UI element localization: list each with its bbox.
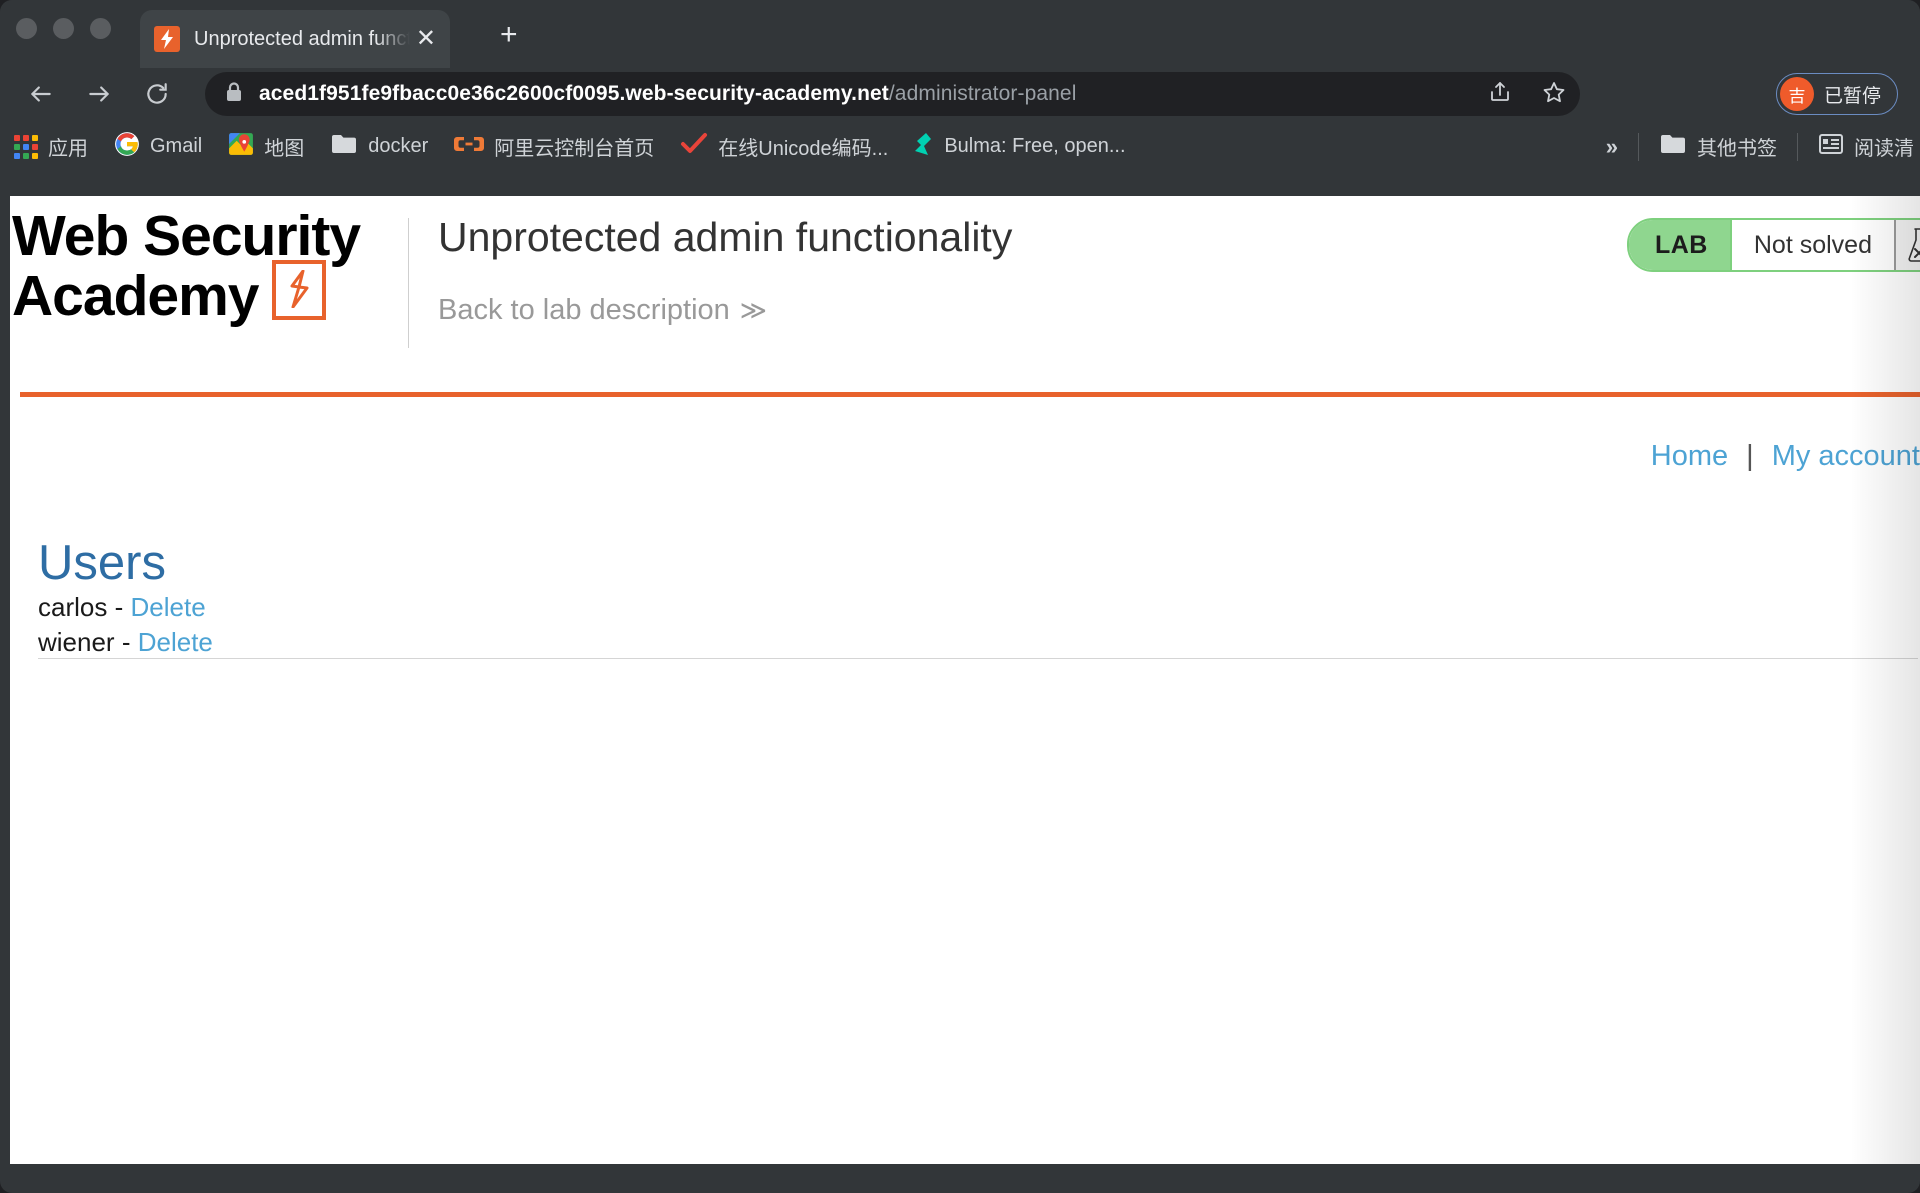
top-nav: Home | My account [1651,440,1920,473]
bookmark-item-bulma[interactable]: Bulma: Free, open... [914,132,1125,161]
nav-link-my-account[interactable]: My account [1772,440,1920,473]
bookmark-item-apps[interactable]: 应用 [14,132,88,161]
reading-list-icon [1818,132,1844,161]
close-tab-icon[interactable]: ✕ [416,27,436,51]
divider [1797,133,1798,161]
aliyun-icon [454,133,484,160]
nav-link-home[interactable]: Home [1651,440,1728,473]
page-viewport: Web Security Academy Unprotected admin f… [10,196,1920,1164]
bulma-icon [914,132,934,161]
bookmark-label: 阿里云控制台首页 [494,132,654,161]
lightning-bolt-icon [272,260,326,320]
divider [408,218,409,348]
bookmark-item-gmail[interactable]: Gmail [114,131,202,162]
divider [1638,133,1639,161]
bookmark-item-docker[interactable]: docker [330,132,428,161]
close-window-button[interactable] [16,18,37,39]
bookmark-item-maps[interactable]: 地图 [228,131,304,162]
url-path: /administrator-panel [889,82,1077,105]
content-divider [38,658,1918,659]
bookmark-item-aliyun[interactable]: 阿里云控制台首页 [454,132,654,161]
users-heading: Users [38,535,166,591]
back-link-label: Back to lab description [438,294,730,326]
bookmark-item-unicode[interactable]: 在线Unicode编码... [680,132,888,161]
list-item: carlos - Delete [38,590,213,625]
bookmark-label: Bulma: Free, open... [944,135,1125,158]
url-host: aced1f951fe9fbacc0e36c2600cf0095.web-sec… [259,82,889,105]
site-header: Web Security Academy Unprotected admin f… [10,196,1920,392]
new-tab-button[interactable]: + [500,20,518,50]
browser-tab[interactable]: Unprotected admin functionalit ✕ [140,10,450,68]
bookmark-label: Gmail [150,135,202,158]
delete-user-link[interactable]: Delete [131,592,206,622]
check-icon [680,132,708,161]
address-bar[interactable]: aced1f951fe9fbacc0e36c2600cf0095.web-sec… [205,72,1580,116]
status-badge: LAB [1629,220,1730,270]
profile-label: 已暂停 [1824,81,1881,108]
minimize-window-button[interactable] [53,18,74,39]
list-item: wiener - Delete [38,625,213,660]
flask-x-icon [1894,220,1920,270]
page-content: Home | My account Users carlos - Delete … [10,392,1920,397]
bookmark-label: 在线Unicode编码... [718,132,888,161]
lightning-bolt-icon [154,26,180,52]
bookmark-label: docker [368,135,428,158]
bookmarks-overflow-button[interactable]: » [1606,134,1618,160]
bookmark-label: 其他书签 [1697,132,1777,161]
bookmark-label: 应用 [48,132,88,161]
lock-icon [225,81,243,108]
user-separator: - [115,592,124,622]
back-arrow-icon[interactable] [18,71,64,117]
bookmark-label: 阅读清 [1854,132,1914,161]
folder-icon [1659,132,1687,161]
logo-line-2-wrap: Academy [12,262,382,322]
users-list: carlos - Delete wiener - Delete [38,590,213,661]
window-controls[interactable] [16,18,111,39]
profile-button[interactable]: 吉 已暂停 [1776,73,1898,115]
maximize-window-button[interactable] [90,18,111,39]
folder-icon [330,132,358,161]
web-security-academy-logo[interactable]: Web Security Academy [12,210,382,322]
reading-list-button[interactable]: 阅读清 [1818,132,1914,161]
gmail-icon [114,131,140,162]
tab-strip: Unprotected admin functionalit ✕ + [0,0,1920,68]
delete-user-link[interactable]: Delete [138,627,213,657]
forward-arrow-icon[interactable] [76,71,122,117]
bookmark-label: 地图 [264,132,304,161]
reload-icon[interactable] [134,71,180,117]
maps-icon [228,131,254,162]
star-icon[interactable] [1542,80,1566,109]
page-title: Unprotected admin functionality [438,214,1012,261]
lab-status-widget[interactable]: LAB Not solved [1627,218,1920,272]
browser-toolbar: aced1f951fe9fbacc0e36c2600cf0095.web-sec… [0,68,1920,120]
chevron-right-icon: ≫ [740,295,767,325]
lab-status-text: Not solved [1730,220,1894,270]
back-to-lab-description-link[interactable]: Back to lab description ≫ [438,294,767,327]
apps-grid-icon [14,135,38,159]
user-name: wiener [38,627,115,657]
nav-separator: | [1746,440,1754,473]
user-separator: - [122,627,131,657]
browser-window: Unprotected admin functionalit ✕ + aced1… [0,0,1920,1193]
avatar: 吉 [1780,77,1814,111]
bookmarks-bar: 应用 Gmail 地图 docker 阿里云控制台首页 [0,120,1920,173]
logo-line-1: Web Security [12,210,382,262]
bookmark-item-other-bookmarks[interactable]: 其他书签 [1659,132,1777,161]
user-name: carlos [38,592,107,622]
logo-line-2: Academy [12,270,258,322]
tab-title: Unprotected admin functionalit [194,28,410,51]
url-text: aced1f951fe9fbacc0e36c2600cf0095.web-sec… [259,82,1076,106]
share-icon[interactable] [1488,80,1512,109]
